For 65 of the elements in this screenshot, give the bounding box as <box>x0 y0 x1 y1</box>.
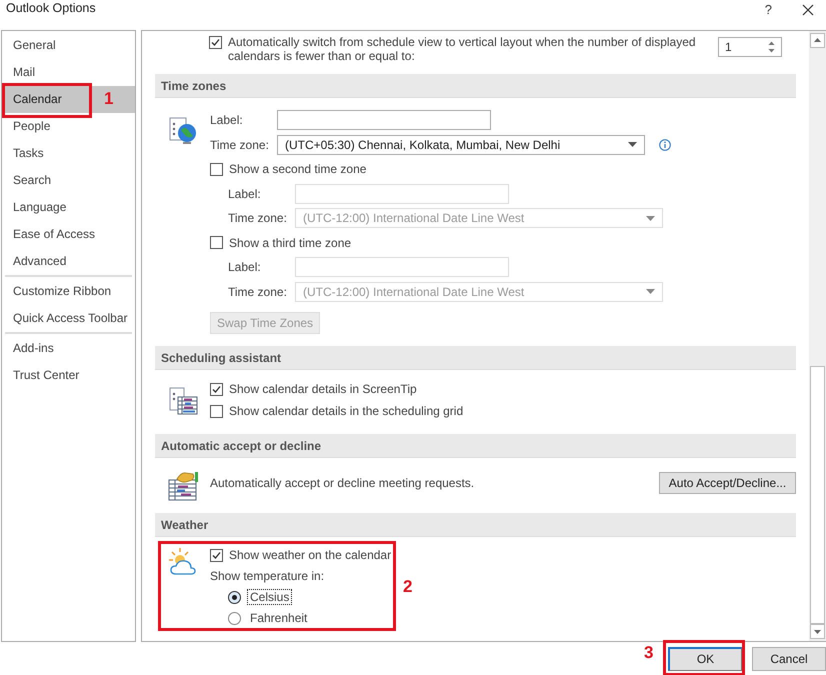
sidebar-item[interactable]: People <box>2 113 135 140</box>
annotation-number: 2 <box>403 577 412 597</box>
section-header: Time zones <box>155 74 796 98</box>
radio-button[interactable] <box>228 612 241 624</box>
calendar-grid-icon <box>166 386 198 416</box>
spinner-arrows-icon[interactable] <box>768 40 775 54</box>
hand-grid-icon <box>166 471 198 501</box>
sidebar-item[interactable]: Search <box>2 167 135 194</box>
sidebar-item[interactable]: Tasks <box>2 140 135 167</box>
sidebar-item[interactable]: Mail <box>2 59 135 86</box>
dropdown[interactable]: (UTC+05:30) Chennai, Kolkata, Mumbai, New Delhi <box>277 134 645 155</box>
option-text: Show temperature in: <box>210 569 324 583</box>
field-label: Label: <box>210 113 244 128</box>
globe-document-icon <box>166 116 198 146</box>
annotation-number: 1 <box>104 89 114 109</box>
scroll-up-icon[interactable] <box>810 33 825 48</box>
scroll-down-icon[interactable] <box>810 624 825 639</box>
checkbox[interactable] <box>210 404 223 418</box>
field-label: Time zone: <box>228 284 288 299</box>
checkbox[interactable] <box>209 36 222 49</box>
sidebar-item[interactable]: General <box>2 32 135 59</box>
option-text: Automatically accept or decline meeting requests. <box>210 476 474 490</box>
close-icon[interactable] <box>802 4 814 16</box>
input-field[interactable] <box>277 110 491 130</box>
scrollbar[interactable] <box>809 31 826 641</box>
auto-accept-button[interactable]: Auto Accept/Decline... <box>659 472 796 494</box>
checkbox[interactable] <box>210 382 223 396</box>
field-label: Label: <box>228 260 262 274</box>
scroll-thumb[interactable] <box>810 366 825 624</box>
checkbox-label[interactable]: Show a third time zone <box>229 236 352 250</box>
section-header: Automatic accept or decline <box>155 434 796 458</box>
window-title: Outlook Options <box>6 1 96 15</box>
dialog-button[interactable]: Cancel <box>752 646 826 670</box>
sidebar-item[interactable]: Quick Access Toolbar <box>2 305 135 332</box>
checkbox[interactable] <box>210 236 223 250</box>
field-label: Time zone: <box>228 211 288 226</box>
radio-label[interactable]: Fahrenheit <box>247 610 310 626</box>
checkbox[interactable] <box>210 548 223 562</box>
field-label: Time zone: <box>210 138 270 152</box>
checkbox-label[interactable]: Show a second time zone <box>229 162 366 176</box>
sidebar-item[interactable]: Trust Center <box>2 362 135 389</box>
section-header: Weather <box>155 513 796 537</box>
field-label: Label: <box>228 186 262 201</box>
sidebar-item[interactable]: Customize Ribbon <box>2 278 135 305</box>
number-spinner[interactable]: 1 <box>718 37 782 57</box>
info-icon[interactable] <box>659 138 671 151</box>
sidebar-item[interactable]: Add-ins <box>2 335 135 362</box>
radio-label[interactable]: Celsius <box>247 589 292 605</box>
caret-icon <box>646 216 655 221</box>
dialog-button[interactable]: OK <box>668 646 742 670</box>
radio-button[interactable] <box>228 590 241 604</box>
sidebar-item[interactable]: Advanced <box>2 248 135 275</box>
caret-icon <box>628 142 637 148</box>
sun-cloud-icon <box>166 546 198 576</box>
checkbox-label[interactable]: Automatically switch from schedule view to vertical layout when the number of displayed calendars is fewer than or equal to: <box>228 35 714 63</box>
help-button[interactable]: ? <box>764 2 772 17</box>
annotation-number: 3 <box>644 642 654 662</box>
checkbox[interactable] <box>210 162 223 176</box>
checkbox-label[interactable]: Show calendar details in the scheduling grid <box>229 404 464 418</box>
checkbox-label[interactable]: Show calendar details in ScreenTip <box>229 382 417 396</box>
section-header: Scheduling assistant <box>155 346 796 370</box>
sidebar-item[interactable]: Ease of Access <box>2 221 135 248</box>
caret-icon <box>646 289 655 294</box>
checkbox-label[interactable]: Show weather on the calendar <box>229 548 392 562</box>
sidebar-item[interactable]: Language <box>2 194 135 221</box>
